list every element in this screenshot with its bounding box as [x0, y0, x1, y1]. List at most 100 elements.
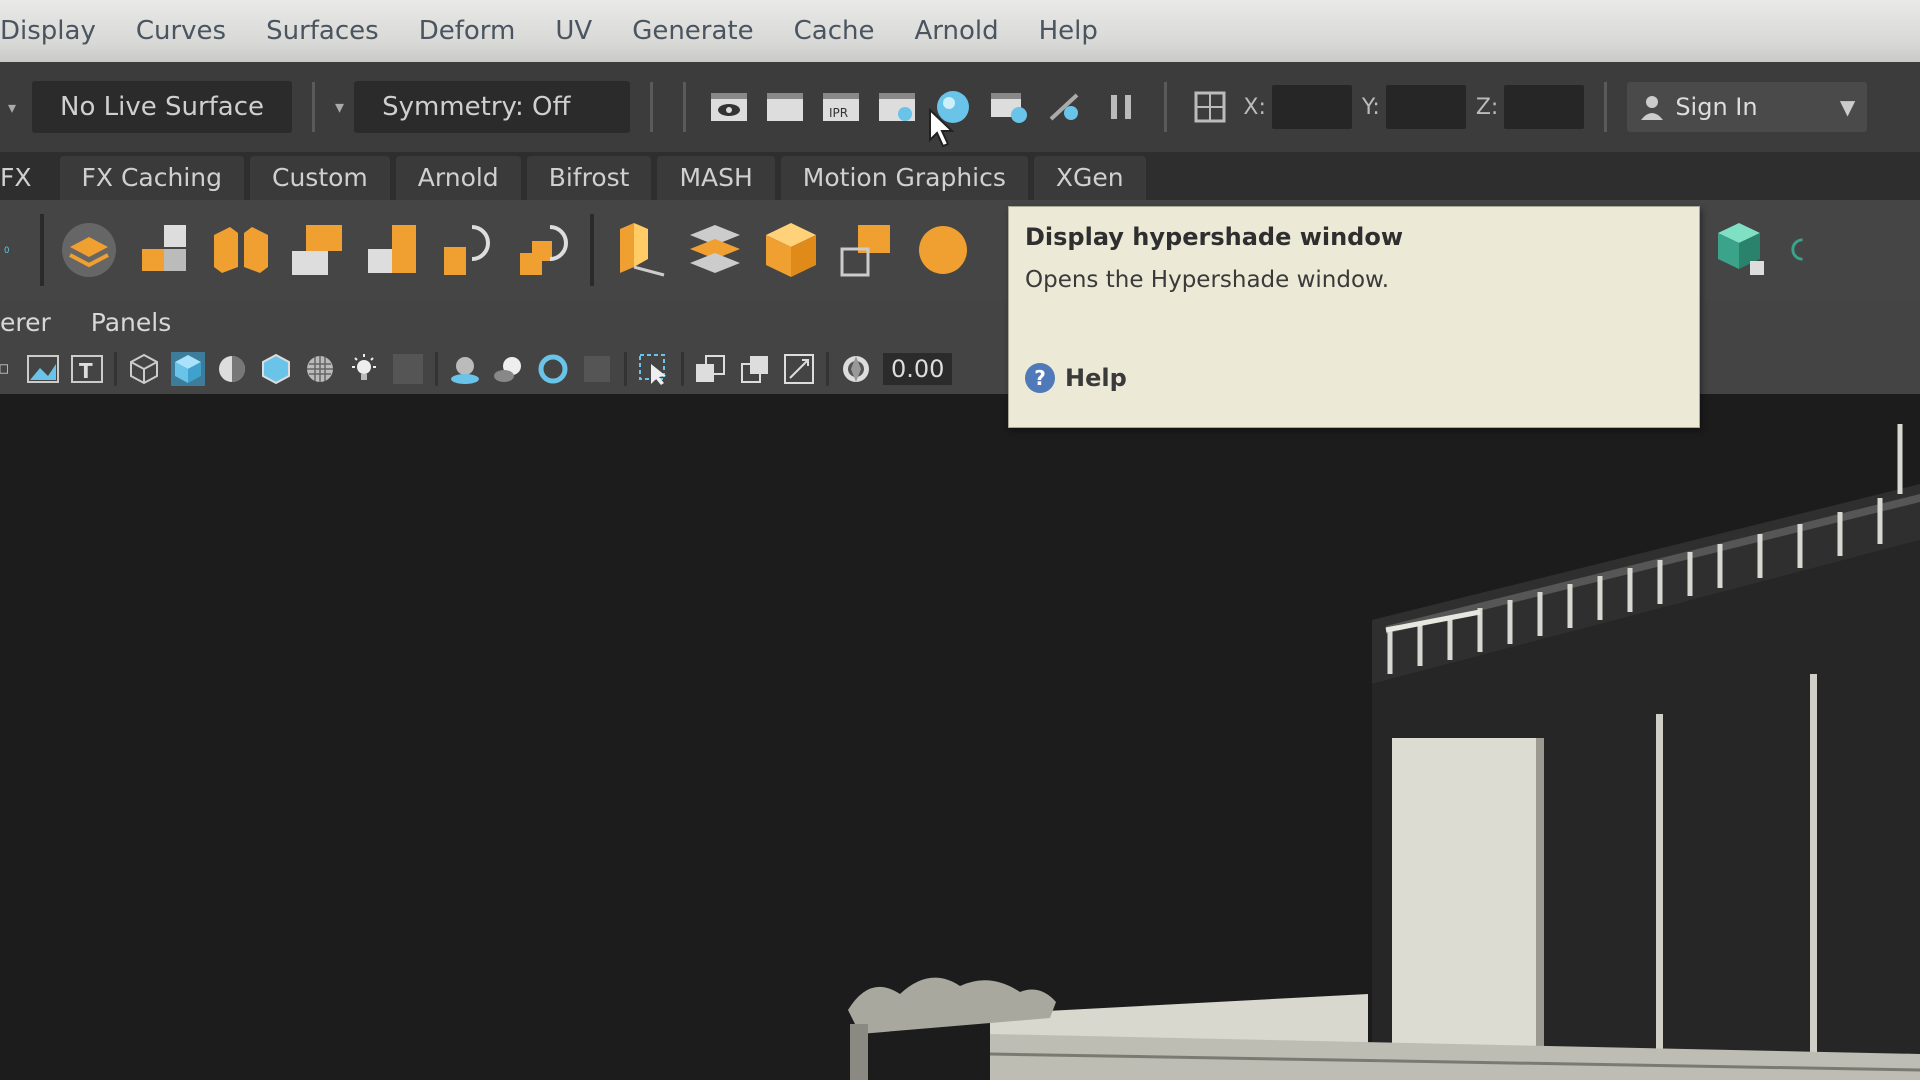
scene-geometry	[848, 424, 1920, 1080]
snap-grid-icon[interactable]	[1187, 84, 1233, 130]
mash-network-icon[interactable]	[58, 219, 120, 281]
svg-text:0: 0	[4, 246, 9, 256]
grid-toggle-icon[interactable]	[0, 352, 16, 386]
textured-icon[interactable]	[303, 352, 337, 386]
collapse-arrow-icon[interactable]: ▾	[8, 98, 22, 117]
transform-node-icon[interactable]	[514, 219, 576, 281]
separator	[312, 82, 316, 132]
stack-layers-icon[interactable]	[684, 219, 746, 281]
tooltip-title: Display hypershade window	[1025, 223, 1404, 251]
green-spiral-icon[interactable]	[1788, 219, 1818, 281]
coord-x: X:	[1243, 85, 1352, 129]
render-setup-icon[interactable]	[986, 84, 1032, 130]
render-frame-icon[interactable]	[762, 84, 808, 130]
image-plane-icon[interactable]	[26, 352, 60, 386]
separator	[624, 352, 627, 386]
separator	[590, 214, 594, 286]
xray-icon[interactable]	[694, 352, 728, 386]
coord-y-input[interactable]	[1385, 85, 1466, 129]
ipr-render-icon[interactable]: IPR	[818, 84, 864, 130]
menu-uv[interactable]: UV	[535, 16, 612, 46]
menu-arnold[interactable]: Arnold	[894, 16, 1018, 46]
tab-fx-caching[interactable]: FX Caching	[59, 156, 244, 200]
coord-z-label: Z:	[1475, 94, 1499, 120]
menu-curves[interactable]: Curves	[116, 16, 246, 46]
exposure-icon[interactable]	[839, 352, 873, 386]
help-icon: ?	[1025, 363, 1055, 393]
separator	[1604, 82, 1608, 132]
xray-joints-icon[interactable]	[738, 352, 772, 386]
user-icon	[1641, 96, 1664, 120]
distribute-icon[interactable]	[134, 219, 196, 281]
menu-surfaces[interactable]: Surfaces	[246, 16, 399, 46]
shadows-icon[interactable]	[391, 352, 425, 386]
viewport[interactable]	[0, 394, 1920, 1080]
symmetry-node-icon[interactable]	[210, 219, 272, 281]
symmetry-dropdown-icon[interactable]: ▾	[335, 97, 344, 118]
separator	[681, 352, 684, 386]
shaded-cube-icon[interactable]	[171, 352, 205, 386]
separator	[650, 82, 654, 132]
render-view-icon[interactable]	[706, 84, 752, 130]
svg-text:T: T	[79, 359, 93, 383]
wireframe-cube-icon[interactable]	[127, 352, 161, 386]
tab-custom[interactable]: Custom	[250, 156, 390, 200]
tab-mash[interactable]: MASH	[657, 156, 775, 200]
menu-display[interactable]: Display	[0, 16, 116, 46]
anti-aliasing-icon[interactable]	[536, 352, 570, 386]
scatter-blocks-icon[interactable]	[836, 219, 898, 281]
svg-text:IPR: IPR	[829, 106, 848, 120]
tab-arnold[interactable]: Arnold	[395, 156, 521, 200]
exposure-value-field[interactable]: 0.00	[883, 353, 953, 385]
tab-fx[interactable]: FX	[0, 156, 54, 200]
menu-renderer[interactable]: erer	[0, 308, 51, 337]
menu-cache[interactable]: Cache	[774, 16, 895, 46]
smooth-shade-icon[interactable]	[215, 352, 249, 386]
green-cube-icon[interactable]	[1708, 219, 1770, 281]
shelf-menu-icon[interactable]: 0	[4, 219, 26, 281]
light-editor-icon[interactable]	[1042, 84, 1088, 130]
tab-xgen[interactable]: XGen	[1033, 156, 1146, 200]
coord-z-input[interactable]	[1504, 85, 1585, 129]
menu-help[interactable]: Help	[1019, 16, 1118, 46]
separator	[683, 82, 687, 132]
tooltip-help-link[interactable]: ? Help	[1025, 363, 1127, 393]
coord-x-input[interactable]	[1271, 85, 1352, 129]
text-icon[interactable]: T	[70, 352, 104, 386]
separator	[114, 352, 117, 386]
separator	[1164, 82, 1168, 132]
cube-icon[interactable]	[760, 219, 822, 281]
menu-deform[interactable]: Deform	[399, 16, 536, 46]
tooltip-description: Opens the Hypershade window.	[1025, 267, 1390, 293]
sign-in-label: Sign In	[1675, 93, 1758, 121]
main-menu-bar: Display Curves Surfaces Deform UV Genera…	[0, 0, 1920, 62]
xray-components-icon[interactable]	[782, 352, 816, 386]
tab-bifrost[interactable]: Bifrost	[526, 156, 652, 200]
motion-blur-icon[interactable]	[492, 352, 526, 386]
isolate-select-icon[interactable]	[637, 352, 671, 386]
separator	[826, 352, 829, 386]
extrude-block-icon[interactable]	[608, 219, 670, 281]
sign-in-dropdown[interactable]: Sign In ▼	[1627, 82, 1868, 132]
tooltip-help-label: Help	[1065, 364, 1127, 392]
lighting-icon[interactable]	[347, 352, 381, 386]
tab-motion-graphics[interactable]: Motion Graphics	[780, 156, 1028, 200]
array-node-icon[interactable]	[362, 219, 424, 281]
pause-icon[interactable]	[1098, 84, 1144, 130]
menu-panels[interactable]: Panels	[91, 308, 171, 337]
shelf-tabs: FX FX Caching Custom Arnold Bifrost MASH…	[0, 152, 1920, 200]
separator	[435, 352, 438, 386]
symmetry-field[interactable]: Symmetry: Off	[354, 81, 631, 133]
orange-gear-icon[interactable]	[912, 219, 974, 281]
coord-y-label: Y:	[1361, 94, 1380, 120]
render-settings-icon[interactable]	[874, 84, 920, 130]
live-surface-field[interactable]: No Live Surface	[32, 81, 293, 133]
grid-node-icon[interactable]	[286, 219, 348, 281]
rotate-node-icon[interactable]	[438, 219, 500, 281]
depth-of-field-icon[interactable]	[580, 352, 614, 386]
chevron-down-icon: ▼	[1839, 95, 1856, 119]
hypershade-tooltip: Display hypershade window Opens the Hype…	[1008, 206, 1700, 428]
wireframe-on-shaded-icon[interactable]	[259, 352, 293, 386]
menu-generate[interactable]: Generate	[612, 16, 773, 46]
screen-space-ao-icon[interactable]	[448, 352, 482, 386]
